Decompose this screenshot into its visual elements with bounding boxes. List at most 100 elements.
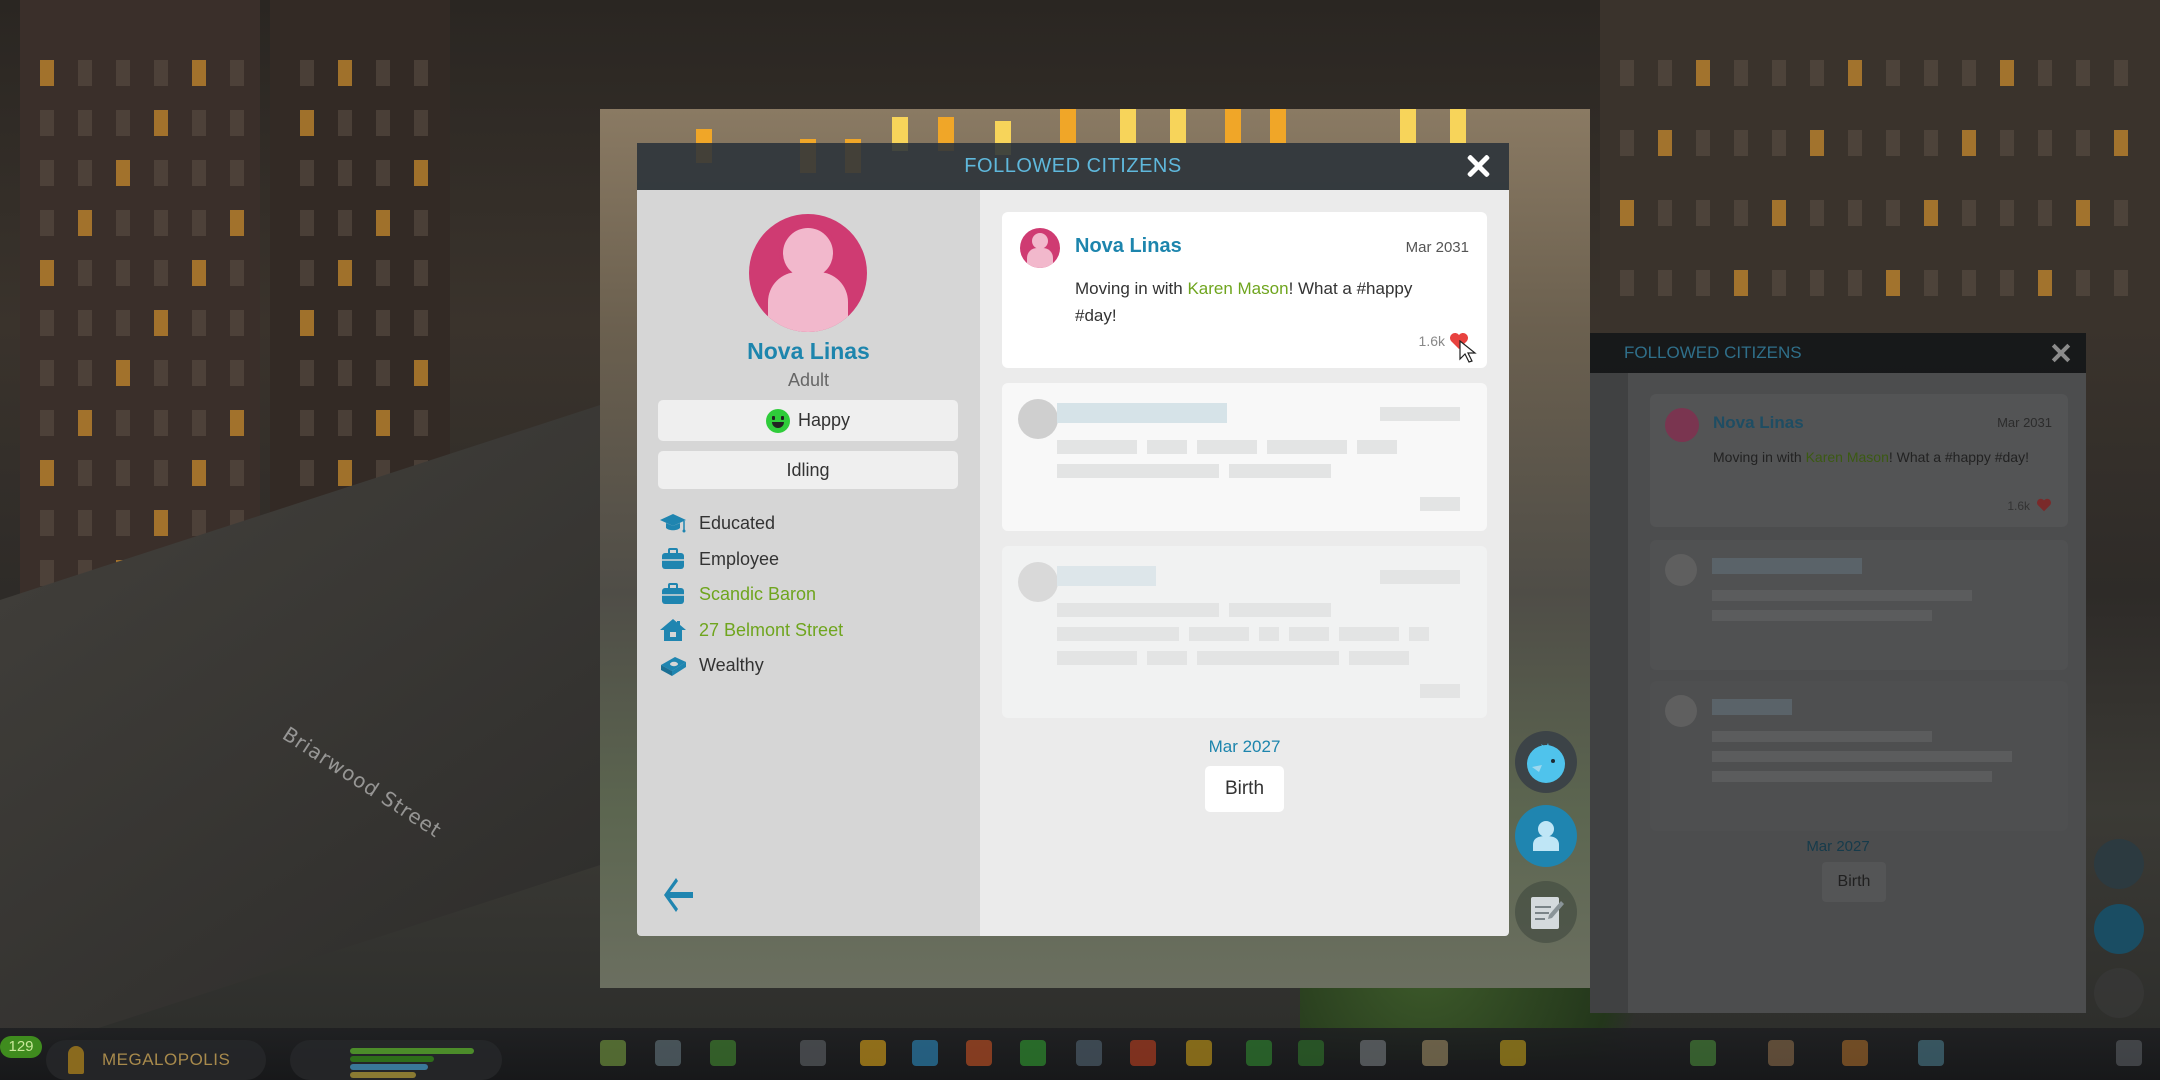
health-icon[interactable] [966, 1040, 992, 1066]
building-window [40, 160, 54, 186]
followed-citizens-button[interactable] [1515, 805, 1577, 867]
building-window [376, 160, 390, 186]
building-window [2114, 130, 2128, 156]
building-window [376, 260, 390, 286]
areas-icon[interactable] [655, 1040, 681, 1066]
building-window [116, 210, 130, 236]
building-window [376, 360, 390, 386]
building-window [376, 110, 390, 136]
building-window [1924, 130, 1938, 156]
building-window [1620, 200, 1634, 226]
garbage-icon[interactable] [1020, 1040, 1046, 1066]
building-window [338, 360, 352, 386]
chirper-button[interactable] [1515, 731, 1577, 793]
timeline-event-birth: Birth [1205, 766, 1284, 812]
building-window [414, 60, 428, 86]
background-timeline-event: Birth [1822, 862, 1886, 902]
building-window [414, 310, 428, 336]
window-title: FOLLOWED CITIZENS [964, 155, 1182, 177]
milestone-label: MEGALOPOLIS [102, 1050, 231, 1069]
city-services-icon[interactable] [1918, 1040, 1944, 1066]
building-window [1734, 200, 1748, 226]
parks-icon[interactable] [1298, 1040, 1324, 1066]
education-icon[interactable] [1076, 1040, 1102, 1066]
building-window [376, 210, 390, 236]
timeline-date: Mar 2027 [1208, 737, 1281, 756]
building-window [1658, 200, 1672, 226]
building-window [2076, 200, 2090, 226]
building-window [338, 160, 352, 186]
milestone-button[interactable]: MEGALOPOLIS [46, 1040, 266, 1080]
building-window [1962, 200, 1976, 226]
building-window [40, 360, 54, 386]
followed-citizens-window: FOLLOWED CITIZENS Nova Linas Adult Happy… [637, 143, 1509, 936]
attribute-label: Educated [699, 512, 776, 533]
building-window [116, 60, 130, 86]
attribute-occupation: Employee [659, 547, 779, 571]
building-window [1848, 60, 1862, 86]
chirper-bird-icon [1527, 743, 1565, 783]
roads-icon[interactable] [800, 1040, 826, 1066]
building-window [192, 110, 206, 136]
water-icon[interactable] [912, 1040, 938, 1066]
building-window [78, 410, 92, 436]
building-window [116, 410, 130, 436]
building-window [2114, 270, 2128, 296]
home-link[interactable]: 27 Belmont Street [699, 620, 843, 641]
building-window [376, 310, 390, 336]
building-window [414, 210, 428, 236]
journal-button[interactable] [1515, 881, 1577, 943]
building-window [1658, 60, 1672, 86]
zoning-icon[interactable] [600, 1040, 626, 1066]
citizen-age-group: Adult [787, 370, 830, 390]
map-tiles-icon[interactable] [1768, 1040, 1794, 1066]
back-arrow-icon[interactable] [662, 876, 696, 914]
police-icon[interactable] [1186, 1040, 1212, 1066]
building-window [2038, 200, 2052, 226]
city-stats-bars[interactable] [290, 1040, 502, 1080]
like-count: 1.6k [1418, 333, 1445, 349]
signature-buildings-icon[interactable] [710, 1040, 736, 1066]
building-window [116, 310, 130, 336]
building-window [230, 60, 244, 86]
building-window [154, 410, 168, 436]
attribute-home-link[interactable]: 27 Belmont Street [659, 618, 843, 642]
chirper-messages-icon[interactable] [1360, 1040, 1386, 1066]
building-window [1924, 270, 1938, 296]
building-window [1620, 270, 1634, 296]
attribute-workplace-link[interactable]: Scandic Baron [659, 582, 816, 606]
happy-face-icon [765, 408, 790, 433]
post-author-link[interactable]: Nova Linas [1075, 235, 1182, 258]
building-window [230, 110, 244, 136]
building-window [40, 310, 54, 336]
attribute-education: Educated [659, 511, 775, 535]
electricity-icon[interactable] [860, 1040, 886, 1066]
building-window [300, 360, 314, 386]
building-window [78, 360, 92, 386]
statistics-icon[interactable] [1842, 1040, 1868, 1066]
building-window [192, 360, 206, 386]
fire-icon[interactable] [1130, 1040, 1156, 1066]
economy-icon[interactable] [1690, 1040, 1716, 1066]
landscaping-icon[interactable] [1422, 1040, 1448, 1066]
building-window [1810, 60, 1824, 86]
mention-link[interactable]: Karen Mason [1187, 279, 1288, 298]
trophy-icon [68, 1046, 84, 1074]
building-window [230, 210, 244, 236]
citizen-info-panel: Nova Linas Adult Happy Idling Educated E… [637, 190, 980, 936]
building-window [414, 110, 428, 136]
building-window [338, 260, 352, 286]
mouse-cursor-icon [1459, 340, 1477, 363]
photo-mode-icon[interactable] [2116, 1040, 2142, 1066]
close-button[interactable] [1463, 151, 1493, 181]
citizen-feed[interactable]: Nova Linas Mar 2031 Moving in with Karen… [980, 190, 1509, 936]
avatar [1665, 408, 1699, 442]
workplace-link[interactable]: Scandic Baron [699, 584, 816, 605]
citizen-name: Nova Linas [747, 338, 870, 364]
building-window [78, 260, 92, 286]
building-window [338, 460, 352, 486]
transport-icon[interactable] [1246, 1040, 1272, 1066]
building-window [116, 460, 130, 486]
building-window [1810, 200, 1824, 226]
bulldozer-icon[interactable] [1500, 1040, 1526, 1066]
